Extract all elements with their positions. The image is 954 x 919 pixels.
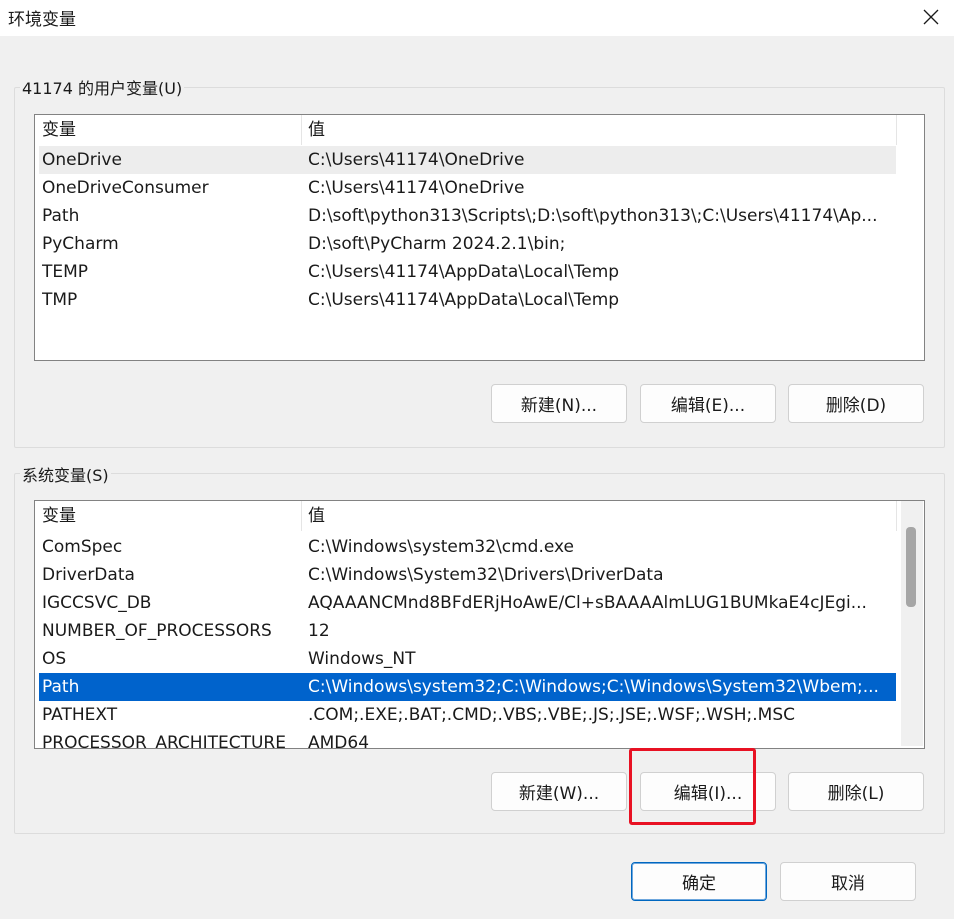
- variable-value: 12: [308, 621, 330, 641]
- variable-value: AQAAANCMnd8BFdERjHoAwE/Cl+sBAAAAlmLUG1BU…: [308, 593, 867, 613]
- user-var-row-onedrive[interactable]: OneDrive C:\Users\41174\OneDrive: [39, 146, 896, 174]
- variable-value: C:\Windows\system32;C:\Windows;C:\Window…: [308, 677, 879, 697]
- user-var-row-onedriveconsumer[interactable]: OneDriveConsumer C:\Users\41174\OneDrive: [39, 174, 896, 202]
- column-header-variable[interactable]: 变量: [42, 501, 76, 531]
- user-edit-button[interactable]: 编辑(E)...: [640, 384, 776, 423]
- system-var-row-igccsvc-db[interactable]: IGCCSVC_DB AQAAANCMnd8BFdERjHoAwE/Cl+sBA…: [39, 589, 896, 617]
- scrollbar-thumb[interactable]: [906, 527, 916, 607]
- variable-name: NUMBER_OF_PROCESSORS: [42, 621, 272, 641]
- column-header-value[interactable]: 值: [308, 501, 325, 531]
- variable-name: Path: [42, 677, 80, 697]
- system-vars-scrollbar[interactable]: [901, 501, 923, 746]
- system-var-row-processor-architecture[interactable]: PROCESSOR_ARCHITECTURE AMD64: [39, 729, 896, 749]
- variable-name: ComSpec: [42, 537, 123, 557]
- system-new-button[interactable]: 新建(W)...: [491, 772, 627, 811]
- variable-value: Windows_NT: [308, 649, 416, 669]
- dialog-content: 41174 的用户变量(U) 变量 值 OneDrive C:\Users\41…: [0, 36, 954, 919]
- variable-name: PyCharm: [42, 234, 119, 254]
- column-header-value[interactable]: 值: [308, 115, 325, 145]
- column-divider[interactable]: [896, 115, 897, 145]
- variable-value: C:\Windows\system32\cmd.exe: [308, 537, 575, 557]
- title-bar: 环境变量: [0, 0, 954, 36]
- variable-name: TMP: [42, 290, 78, 310]
- system-var-row-pathext[interactable]: PATHEXT .COM;.EXE;.BAT;.CMD;.VBS;.VBE;.J…: [39, 701, 896, 729]
- variable-name: IGCCSVC_DB: [42, 593, 152, 613]
- user-var-row-tmp[interactable]: TMP C:\Users\41174\AppData\Local\Temp: [39, 286, 896, 314]
- column-divider[interactable]: [301, 501, 302, 531]
- system-vars-list[interactable]: 变量 值 ComSpec C:\Windows\system32\cmd.exe…: [34, 500, 925, 749]
- variable-value: AMD64: [308, 733, 370, 749]
- variable-name: PATHEXT: [42, 705, 118, 725]
- column-divider[interactable]: [301, 115, 302, 145]
- column-header-variable[interactable]: 变量: [42, 115, 76, 145]
- variable-name: OS: [42, 649, 67, 669]
- close-button[interactable]: [908, 0, 954, 34]
- user-vars-label: 41174 的用户变量(U): [20, 75, 185, 99]
- column-divider[interactable]: [896, 501, 897, 531]
- variable-value: C:\Windows\System32\Drivers\DriverData: [308, 565, 664, 585]
- system-vars-list-header: 变量 值: [35, 501, 924, 531]
- user-vars-list-header: 变量 值: [35, 115, 924, 145]
- variable-name: PROCESSOR_ARCHITECTURE: [42, 733, 286, 749]
- variable-name: Path: [42, 206, 80, 226]
- annotation-highlight: [629, 748, 756, 825]
- variable-value: C:\Users\41174\AppData\Local\Temp: [308, 290, 620, 310]
- system-var-row-driverdata[interactable]: DriverData C:\Windows\System32\Drivers\D…: [39, 561, 896, 589]
- ok-button[interactable]: 确定: [631, 862, 767, 901]
- variable-value: C:\Users\41174\OneDrive: [308, 178, 525, 198]
- user-delete-button[interactable]: 删除(D): [788, 384, 924, 423]
- variable-value: .COM;.EXE;.BAT;.CMD;.VBS;.VBE;.JS;.JSE;.…: [308, 705, 796, 725]
- variable-name: DriverData: [42, 565, 135, 585]
- user-var-row-path[interactable]: Path D:\soft\python313\Scripts\;D:\soft\…: [39, 202, 896, 230]
- variable-value: C:\Users\41174\AppData\Local\Temp: [308, 262, 620, 282]
- user-var-row-temp[interactable]: TEMP C:\Users\41174\AppData\Local\Temp: [39, 258, 896, 286]
- variable-name: OneDriveConsumer: [42, 178, 209, 198]
- system-var-row-comspec[interactable]: ComSpec C:\Windows\system32\cmd.exe: [39, 533, 896, 561]
- variable-value: D:\soft\python313\Scripts\;D:\soft\pytho…: [308, 206, 878, 226]
- system-var-row-path[interactable]: Path C:\Windows\system32;C:\Windows;C:\W…: [39, 673, 896, 701]
- variable-value: C:\Users\41174\OneDrive: [308, 150, 525, 170]
- user-new-button[interactable]: 新建(N)...: [491, 384, 627, 423]
- cancel-button[interactable]: 取消: [780, 862, 916, 901]
- system-var-row-os[interactable]: OS Windows_NT: [39, 645, 896, 673]
- user-vars-list[interactable]: 变量 值 OneDrive C:\Users\41174\OneDrive On…: [34, 114, 925, 361]
- system-vars-label: 系统变量(S): [20, 462, 111, 486]
- variable-name: OneDrive: [42, 150, 122, 170]
- window-title: 环境变量: [8, 10, 76, 30]
- system-var-row-number-of-processors[interactable]: NUMBER_OF_PROCESSORS 12: [39, 617, 896, 645]
- close-icon: [923, 9, 939, 25]
- system-delete-button[interactable]: 删除(L): [788, 772, 924, 811]
- user-var-row-pycharm[interactable]: PyCharm D:\soft\PyCharm 2024.2.1\bin;: [39, 230, 896, 258]
- variable-value: D:\soft\PyCharm 2024.2.1\bin;: [308, 234, 566, 254]
- variable-name: TEMP: [42, 262, 89, 282]
